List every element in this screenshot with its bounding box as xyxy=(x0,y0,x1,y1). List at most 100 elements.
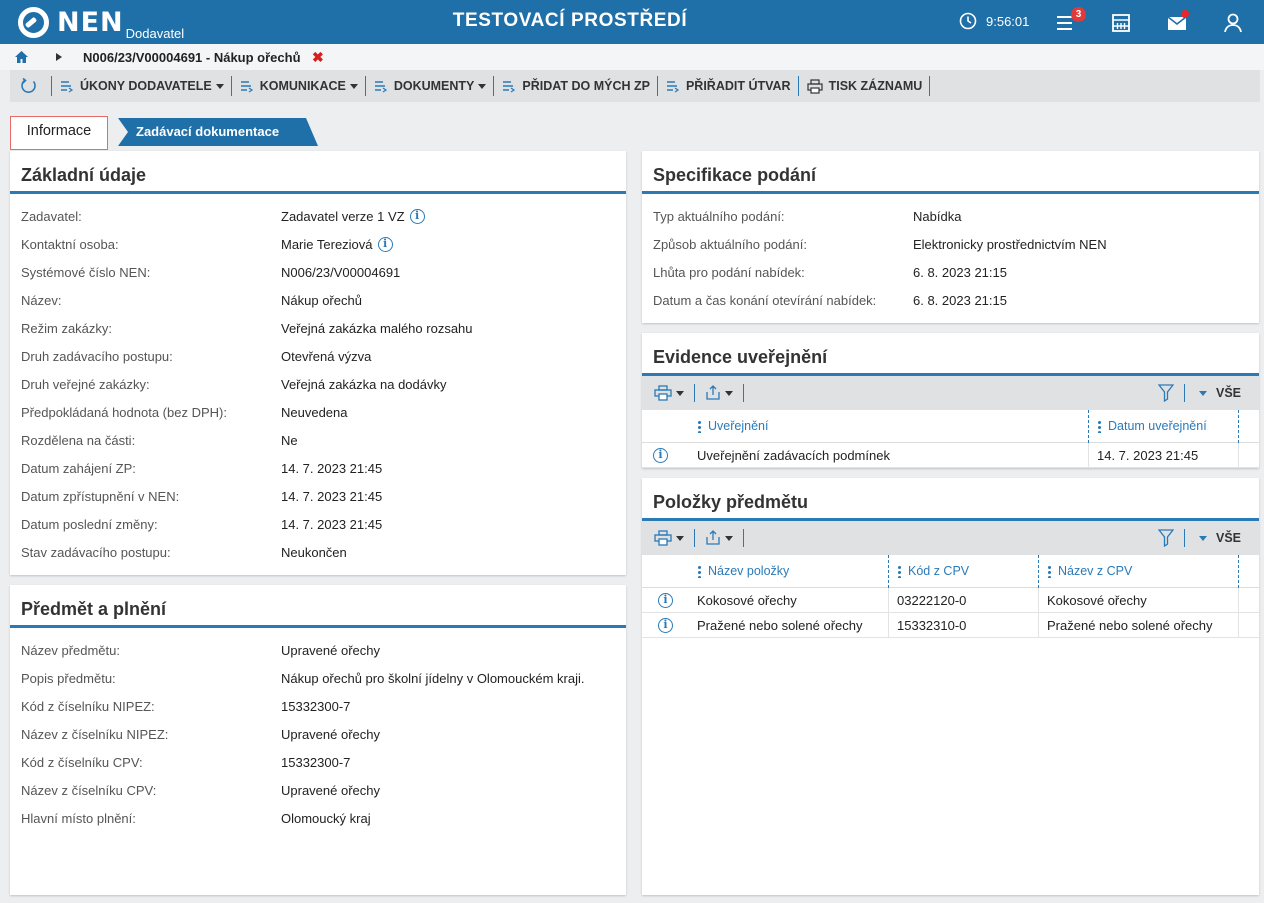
table-row[interactable]: i Kokosové ořechy 03222120-0 Kokosové oř… xyxy=(642,588,1259,613)
print-icon[interactable] xyxy=(654,385,672,401)
communication-menu[interactable]: KOMUNIKACE xyxy=(232,76,366,96)
column-divider xyxy=(1088,410,1089,443)
column-divider xyxy=(1038,555,1039,588)
add-to-my-zp-button[interactable]: PŘIDAT DO MÝCH ZP xyxy=(494,76,658,96)
field-value-text: Otevřená výzva xyxy=(281,349,372,364)
caret-down-icon[interactable] xyxy=(676,535,684,541)
field-value-text: 14. 7. 2023 21:45 xyxy=(281,517,383,532)
supplier-actions-menu[interactable]: ÚKONY DODAVATELE xyxy=(52,76,232,96)
field-value-text: 6. 8. 2023 21:15 xyxy=(913,293,1007,308)
info-icon[interactable]: i xyxy=(377,237,393,252)
refresh-icon xyxy=(21,77,36,93)
documents-menu[interactable]: DOKUMENTY xyxy=(366,76,495,96)
field-value: Olomoucký kraj xyxy=(281,811,371,826)
detail-row: Kontaktní osoba: Marie Tereziová i xyxy=(10,237,626,257)
field-label: Druh zadávacího postupu: xyxy=(21,349,173,364)
export-icon[interactable] xyxy=(705,530,721,546)
field-value-text: Veřejná zakázka malého rozsahu xyxy=(281,321,473,336)
column-header-cpv-code[interactable]: Kód z CPV xyxy=(894,555,969,588)
column-divider xyxy=(1238,410,1239,443)
info-icon[interactable]: i xyxy=(409,209,425,224)
caret-down-icon[interactable] xyxy=(725,390,733,396)
filter-all-label[interactable]: VŠE xyxy=(1216,386,1241,400)
column-label: Uveřejnění xyxy=(708,419,769,433)
assign-unit-button[interactable]: PŘIŘADIT ÚTVAR xyxy=(658,76,799,96)
info-icon[interactable]: i xyxy=(653,448,668,463)
subject-items-title: Položky předmětu xyxy=(653,492,809,512)
field-value: 6. 8. 2023 21:15 xyxy=(913,293,1007,308)
detail-row: Popis předmětu: Nákup ořechů pro školní j… xyxy=(10,671,626,691)
action-list-icon xyxy=(374,81,387,93)
breadcrumb-current[interactable]: N006/23/V00004691 - Nákup ořechů xyxy=(83,50,301,65)
user-icon[interactable] xyxy=(1222,12,1244,34)
printer-icon xyxy=(806,78,823,94)
field-label: Lhůta pro podání nabídek: xyxy=(653,265,805,280)
caret-down-icon[interactable] xyxy=(1198,535,1207,541)
calendar-icon[interactable] xyxy=(1110,12,1132,34)
caret-down-icon xyxy=(349,83,358,89)
column-header-publication[interactable]: Uveřejnění xyxy=(694,410,768,443)
field-value: Upravené ořechy xyxy=(281,783,380,798)
info-icon[interactable]: i xyxy=(658,593,673,608)
column-header-cpv-name[interactable]: Název z CPV xyxy=(1044,555,1132,588)
cpv-code-cell: 15332310-0 xyxy=(897,618,967,633)
caret-down-icon[interactable] xyxy=(1198,390,1207,396)
field-label: Systémové číslo NEN: xyxy=(21,265,151,280)
field-label: Název předmětu: xyxy=(21,643,120,658)
tab-information[interactable]: Informace xyxy=(10,116,108,150)
field-value: Zadavatel verze 1 VZ i xyxy=(281,209,425,224)
action-toolbar: ÚKONY DODAVATELE KOMUNIKACE DOKUMENTY PŘ… xyxy=(10,70,1260,102)
detail-row: Hlavní místo plnění: Olomoucký kraj xyxy=(10,811,626,831)
filter-all-label[interactable]: VŠE xyxy=(1216,531,1241,545)
item-name-cell: Kokosové ořechy xyxy=(697,593,797,608)
subject-panel: Předmět a plnění Název předmětu: Upravené… xyxy=(10,585,626,895)
column-header-item-name[interactable]: Název položky xyxy=(694,555,789,588)
info-icon[interactable]: i xyxy=(658,618,673,633)
notification-badge: 3 xyxy=(1071,7,1086,22)
refresh-button[interactable] xyxy=(10,76,52,96)
field-value-text: Ne xyxy=(281,433,298,448)
field-value-text: 15332300-7 xyxy=(281,755,351,770)
assign-unit-label: PŘIŘADIT ÚTVAR xyxy=(685,79,791,93)
publication-cell: Uveřejnění zadávacích podmínek xyxy=(697,448,890,463)
caret-down-icon[interactable] xyxy=(676,390,684,396)
detail-row: Název z číselníku NIPEZ: Upravené ořechy xyxy=(10,727,626,747)
filter-icon[interactable] xyxy=(1157,384,1174,402)
column-label: Název položky xyxy=(708,564,790,578)
cell-divider xyxy=(888,588,889,613)
table-row[interactable]: i Uveřejnění zadávacích podmínek 14. 7. … xyxy=(642,443,1259,468)
column-header-publication-date[interactable]: Datum uveřejnění xyxy=(1094,410,1207,443)
print-icon[interactable] xyxy=(654,530,672,546)
close-record-icon[interactable]: ✖ xyxy=(312,49,324,66)
cell-divider xyxy=(1038,613,1039,638)
field-value-text: Olomoucký kraj xyxy=(281,811,371,826)
caret-down-icon[interactable] xyxy=(725,535,733,541)
item-name-cell: Pražené nebo solené ořechy xyxy=(697,618,863,633)
filter-icon[interactable] xyxy=(1157,529,1174,547)
print-record-button[interactable]: TISK ZÁZNAMU xyxy=(799,76,931,96)
breadcrumb: N006/23/V00004691 - Nákup ořechů ✖ xyxy=(0,44,1264,70)
items-grid-toolbar: VŠE xyxy=(642,521,1259,555)
export-icon[interactable] xyxy=(705,385,721,401)
panel-divider xyxy=(10,625,626,628)
table-row[interactable]: i Pražené nebo solené ořechy 15332310-0 … xyxy=(642,613,1259,638)
chevron-right-icon xyxy=(56,53,62,61)
detail-row: Zadavatel: Zadavatel verze 1 VZ i xyxy=(10,209,626,229)
cell-divider xyxy=(1088,443,1089,468)
evidence-grid-header: Uveřejnění Datum uveřejnění xyxy=(642,410,1259,443)
field-value: Veřejná zakázka malého rozsahu xyxy=(281,321,473,336)
field-value-text: 14. 7. 2023 21:45 xyxy=(281,461,383,476)
tab-tender-documentation[interactable]: Zadávací dokumentace xyxy=(118,118,318,146)
detail-row: Lhůta pro podání nabídek: 6. 8. 2023 21:1… xyxy=(642,265,1259,285)
field-label: Zadavatel: xyxy=(21,209,82,224)
detail-row: Název předmětu: Upravené ořechy xyxy=(10,643,626,663)
detail-row: Název z číselníku CPV: Upravené ořechy xyxy=(10,783,626,803)
subject-items-panel: Položky předmětu VŠE Název položky Kód z… xyxy=(642,478,1259,895)
detail-row: Kód z číselníku NIPEZ: 15332300-7 xyxy=(10,699,626,719)
home-icon[interactable] xyxy=(15,51,28,63)
caret-down-icon xyxy=(478,83,487,89)
field-value: 14. 7. 2023 21:45 xyxy=(281,517,382,532)
field-value: Nabídka xyxy=(913,209,961,224)
clock-time: 9:56:01 xyxy=(986,13,1030,29)
action-list-icon xyxy=(503,81,516,93)
